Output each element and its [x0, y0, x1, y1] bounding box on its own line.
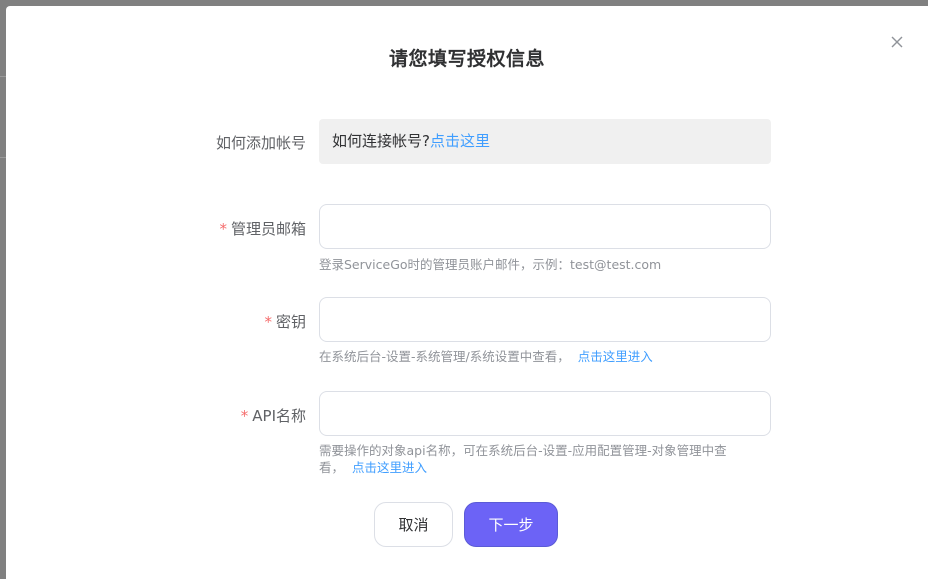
api-name-hint-line2: 看， [319, 460, 345, 475]
secret-key-label-text: 密钥 [275, 313, 306, 331]
cancel-button[interactable]: 取消 [374, 502, 453, 547]
how-to-add-label-text: 如何添加帐号 [215, 134, 306, 152]
api-name-input[interactable] [319, 391, 771, 436]
api-name-hint: 需要操作的对象api名称，可在系统后台-设置-应用配置管理-对象管理中查 看， 点… [319, 442, 771, 476]
close-icon[interactable] [889, 34, 905, 50]
how-to-add-label: 如何添加帐号 [6, 132, 306, 153]
next-step-button[interactable]: 下一步 [464, 502, 558, 547]
required-mark: * [240, 407, 249, 425]
api-name-hint-link[interactable]: 点击这里进入 [352, 460, 427, 475]
authorization-dialog: 请您填写授权信息 如何添加帐号 如何连接帐号?点击这里 * 管理员邮箱 登录Ser… [6, 6, 928, 579]
admin-email-hint: 登录ServiceGo时的管理员账户邮件，示例：test@test.com [319, 257, 662, 272]
required-mark: * [219, 220, 227, 238]
secret-key-input[interactable] [319, 297, 771, 342]
dialog-title: 请您填写授权信息 [388, 48, 545, 70]
secret-key-hint-link[interactable]: 点击这里进入 [578, 349, 653, 364]
how-to-add-link[interactable]: 点击这里 [430, 132, 490, 150]
how-to-add-info-box: 如何连接帐号?点击这里 [319, 119, 771, 164]
admin-email-input[interactable] [319, 204, 771, 249]
admin-email-label-text: 管理员邮箱 [230, 220, 306, 238]
admin-email-label: * 管理员邮箱 [6, 218, 306, 239]
secret-key-hint: 在系统后台-设置-系统管理/系统设置中查看， 点击这里进入 [319, 348, 771, 365]
required-mark: * [264, 313, 272, 331]
api-name-hint-line1: 需要操作的对象api名称，可在系统后台-设置-应用配置管理-对象管理中查 [319, 443, 727, 458]
how-to-add-info-text: 如何连接帐号? [332, 132, 430, 150]
secret-key-label: * 密钥 [6, 311, 306, 332]
api-name-label: * API名称 [6, 405, 306, 426]
secret-key-hint-text: 在系统后台-设置-系统管理/系统设置中查看， [319, 349, 570, 364]
api-name-label-text: API名称 [252, 407, 306, 425]
